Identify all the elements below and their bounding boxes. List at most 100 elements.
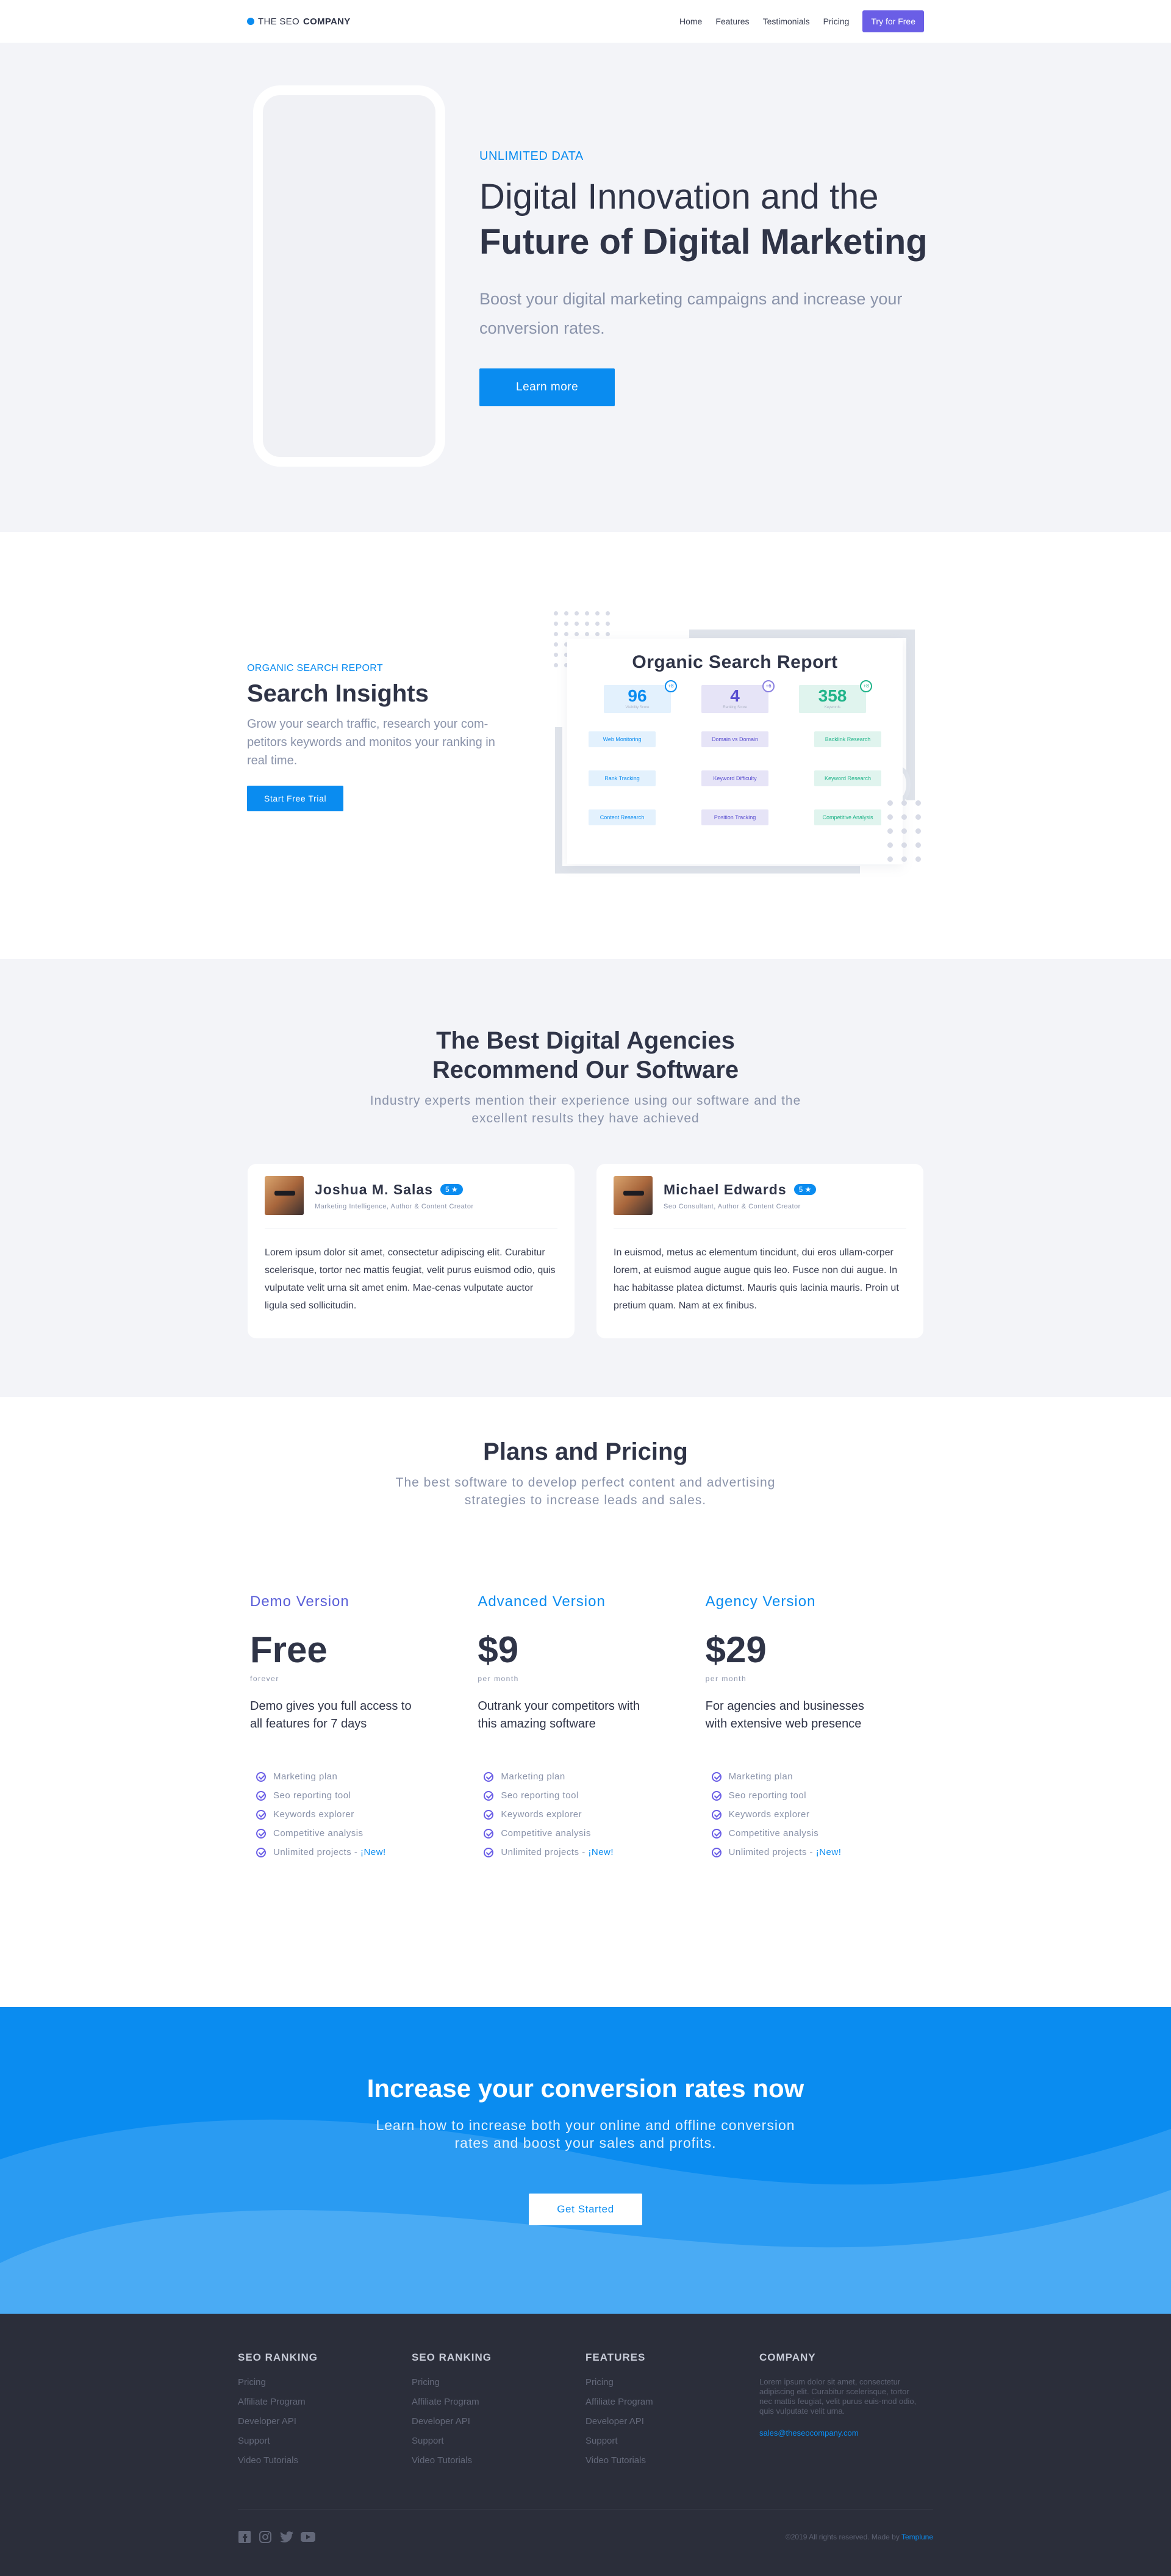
footer-column-title: FEATURES [586, 2352, 646, 2363]
search-insights-section: ORGANIC SEARCH REPORT Search Insights Gr… [0, 532, 1171, 959]
testimonial-header: Michael Edwards 5 ★ Seo Consultant, Auth… [614, 1176, 906, 1229]
plan-feature: Unlimited projects - ¡New! [250, 1843, 478, 1862]
plan-feature: Marketing plan [478, 1767, 705, 1786]
nav-features[interactable]: Features [715, 16, 749, 26]
twitter-icon[interactable] [279, 2530, 293, 2544]
check-icon [484, 1809, 494, 1820]
footer-link[interactable]: Support [412, 2436, 586, 2455]
testimonials-section: The Best Digital Agencies Recommend Our … [0, 959, 1171, 1397]
footer-link[interactable]: Pricing [412, 2377, 586, 2397]
plan-description: Outrank your competitors with this amazi… [478, 1699, 640, 1731]
footer-column-title: COMPANY [759, 2352, 816, 2363]
hero-title-line1: Digital Innovation and the [479, 177, 879, 217]
try-for-free-button[interactable]: Try for Free [862, 10, 924, 32]
rating-badge: 5 ★ [793, 1184, 817, 1195]
report-feature[interactable]: Position Tracking [701, 809, 768, 825]
hero-title-line2: Future of Digital Marketing [479, 222, 928, 262]
report-feature[interactable]: Content Research [589, 809, 656, 825]
footer-link[interactable]: Pricing [586, 2377, 759, 2397]
social-links [238, 2530, 315, 2544]
footer-link[interactable]: Affiliate Program [586, 2397, 759, 2416]
plan-advanced: Advanced Version $9 per month Outrank yo… [478, 1593, 705, 1862]
footer-link[interactable]: Developer API [238, 2416, 412, 2436]
report-feature[interactable]: Rank Tracking [589, 770, 656, 786]
footer-company-text: Lorem ipsum dolor sit amet, consectetur … [759, 2377, 917, 2416]
footer-email-link[interactable]: sales@theseocompany.com [759, 2428, 933, 2438]
stat-visibility: 96 Visibility Score +8 [604, 680, 677, 713]
nav-home[interactable]: Home [679, 16, 702, 26]
stat-label: Ranking Score [723, 706, 747, 709]
footer-link[interactable]: Affiliate Program [412, 2397, 586, 2416]
footer-column: SEO RANKING Pricing Affiliate Program De… [412, 2352, 586, 2475]
report-feature[interactable]: Keyword Difficulty [701, 770, 768, 786]
plan-period: per month [478, 1674, 519, 1683]
new-label: ¡New! [815, 1847, 842, 1857]
check-icon [484, 1847, 494, 1857]
report-title: Organic Search Report [632, 652, 838, 672]
plan-period: per month [705, 1674, 747, 1683]
report-features: Web Monitoring Domain vs Domain Backlink… [567, 713, 903, 825]
plan-feature: Seo reporting tool [478, 1786, 705, 1805]
organic-search-report-card: Organic Search Report 96 Visibility Scor… [567, 639, 903, 864]
plan-feature: Marketing plan [250, 1767, 478, 1786]
testimonial-cards: Joshua M. Salas 5 ★ Marketing Intelligen… [248, 1164, 923, 1338]
stat-label: Keywords [824, 706, 841, 709]
copyright: ©2019 All rights reserved. Made by Templ… [785, 2533, 933, 2541]
footer-link[interactable]: Developer API [586, 2416, 759, 2436]
facebook-icon[interactable] [238, 2530, 251, 2544]
testimonial-text: Lorem ipsum dolor sit amet, consectetur … [265, 1247, 556, 1311]
report-feature[interactable]: Competitive Analysis [814, 809, 881, 825]
logo-prefix: THE SEO [258, 16, 299, 27]
footer-link[interactable]: Video Tutorials [586, 2455, 759, 2475]
plan-features: Marketing plan Seo reporting tool Keywor… [478, 1767, 705, 1862]
footer-link[interactable]: Pricing [238, 2377, 412, 2397]
testimonials-subtitle: Industry experts mention their experienc… [370, 1094, 801, 1125]
report-feature[interactable]: Web Monitoring [589, 731, 656, 747]
logo[interactable]: THE SEO COMPANY [247, 16, 351, 27]
stat-badge: +8 [665, 680, 677, 692]
hero-eyebrow: UNLIMITED DATA [479, 149, 584, 163]
plan-feature: Competitive analysis [478, 1824, 705, 1843]
hero-section: UNLIMITED DATA Digital Innovation and th… [0, 43, 1171, 532]
report-feature[interactable]: Backlink Research [814, 731, 881, 747]
footer-company: COMPANY Lorem ipsum dolor sit amet, cons… [759, 2352, 933, 2475]
footer-link[interactable]: Support [586, 2436, 759, 2455]
footer-link[interactable]: Video Tutorials [412, 2455, 586, 2475]
plan-feature: Competitive analysis [706, 1824, 933, 1843]
stat-value: 358 [818, 686, 847, 705]
plan-description: Demo gives you full access to all featur… [250, 1699, 412, 1731]
pricing-section: Plans and Pricing The best software to d… [0, 1397, 1171, 2007]
footer-column-title: SEO RANKING [412, 2352, 492, 2363]
report-feature[interactable]: Domain vs Domain [701, 731, 768, 747]
new-label: ¡New! [588, 1847, 614, 1857]
instagram-icon[interactable] [259, 2530, 272, 2544]
plan-feature: Keywords explorer [706, 1805, 933, 1824]
stat-keywords: 358 Keywords +8 [799, 680, 872, 713]
nav-testimonials[interactable]: Testimonials [763, 16, 810, 26]
footer-bottom: ©2019 All rights reserved. Made by Templ… [238, 2510, 933, 2544]
avatar [614, 1176, 653, 1215]
footer-link[interactable]: Video Tutorials [238, 2455, 412, 2475]
made-by-link[interactable]: Templune [901, 2533, 933, 2541]
youtube-icon[interactable] [300, 2530, 315, 2544]
testimonial-role: Seo Consultant, Author & Content Creator [664, 1202, 801, 1210]
plan-period: forever [250, 1674, 279, 1683]
phone-mockup [253, 85, 445, 467]
get-started-button[interactable]: Get Started [529, 2194, 642, 2225]
start-free-trial-button[interactable]: Start Free Trial [247, 786, 344, 811]
report-feature[interactable]: Keyword Research [814, 770, 881, 786]
footer-link[interactable]: Affiliate Program [238, 2397, 412, 2416]
testimonials-title: The Best Digital Agencies Recommend Our … [0, 1026, 1171, 1085]
learn-more-button[interactable]: Learn more [479, 368, 615, 406]
footer-link[interactable]: Developer API [412, 2416, 586, 2436]
nav-pricing[interactable]: Pricing [823, 16, 850, 26]
stat-badge: +6 [762, 680, 775, 692]
footer-link[interactable]: Support [238, 2436, 412, 2455]
insights-text: Grow your search traffic, research your … [247, 717, 495, 767]
testimonial-header: Joshua M. Salas 5 ★ Marketing Intelligen… [265, 1176, 557, 1229]
testimonial-card: Michael Edwards 5 ★ Seo Consultant, Auth… [596, 1164, 923, 1338]
plan-description: For agencies and businesses with extensi… [705, 1699, 864, 1731]
plan-features: Marketing plan Seo reporting tool Keywor… [250, 1767, 478, 1862]
top-nav: THE SEO COMPANY Home Features Testimonia… [0, 0, 1171, 43]
check-icon [711, 1790, 722, 1801]
